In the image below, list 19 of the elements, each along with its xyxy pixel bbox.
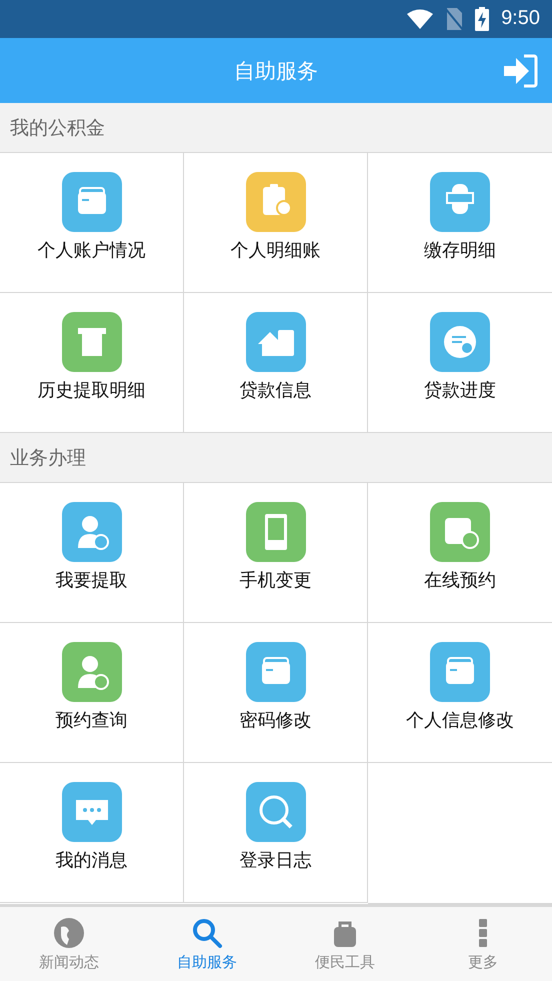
- service-tile[interactable]: 预约查询: [0, 623, 184, 764]
- search-icon: [191, 916, 223, 949]
- service-tile[interactable]: 个人明细账: [184, 153, 368, 294]
- nav-tab[interactable]: 自助服务: [138, 907, 276, 981]
- login-button[interactable]: [502, 54, 538, 88]
- battery-charging-icon: [475, 6, 490, 31]
- service-tile[interactable]: 密码修改: [184, 623, 368, 764]
- more-icon: [479, 916, 487, 949]
- no-sim-icon: [445, 8, 464, 30]
- service-tile[interactable]: 贷款信息: [184, 293, 368, 434]
- status-time: 9:50: [501, 7, 540, 30]
- page-title: 自助服务: [234, 58, 318, 85]
- service-tile[interactable]: 登录日志: [184, 763, 368, 904]
- service-tile[interactable]: 手机变更: [184, 483, 368, 624]
- service-tile[interactable]: 我的消息: [0, 763, 184, 904]
- wifi-icon: [407, 8, 434, 29]
- service-tile[interactable]: 我要提取: [0, 483, 184, 624]
- service-tile[interactable]: 历史提取明细: [0, 293, 184, 434]
- service-tile[interactable]: 个人账户情况: [0, 153, 184, 294]
